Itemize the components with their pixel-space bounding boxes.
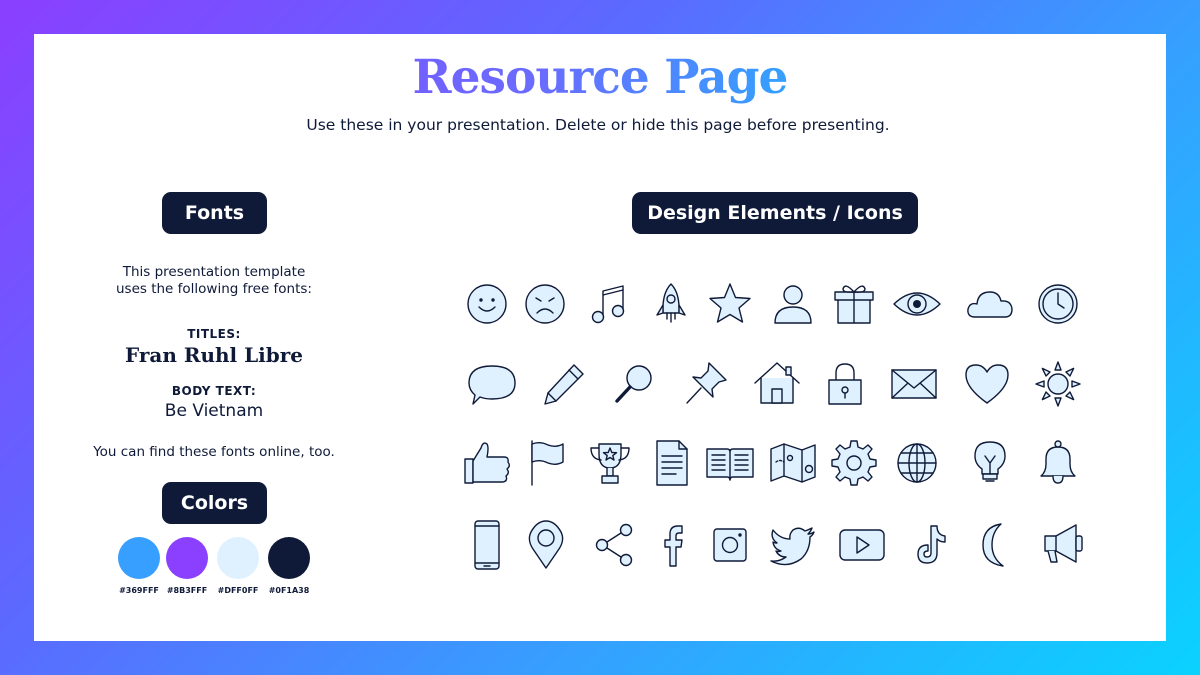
color-swatch-blue bbox=[118, 537, 160, 579]
tiktok-icon bbox=[906, 518, 960, 572]
color-swatch-light bbox=[217, 537, 259, 579]
envelope-icon bbox=[887, 357, 941, 411]
colors-heading: Colors bbox=[162, 482, 267, 524]
titles-font-name: Fran Ruhl Libre bbox=[124, 343, 304, 367]
facebook-icon bbox=[647, 518, 701, 572]
location-pin-icon bbox=[519, 518, 573, 572]
open-book-icon bbox=[703, 436, 757, 490]
eye-icon bbox=[890, 277, 944, 331]
gift-icon bbox=[827, 277, 881, 331]
music-note-icon bbox=[583, 277, 637, 331]
globe-icon bbox=[890, 436, 944, 490]
megaphone-icon bbox=[1034, 518, 1088, 572]
share-icon bbox=[588, 518, 642, 572]
youtube-icon bbox=[835, 518, 889, 572]
user-icon bbox=[766, 277, 820, 331]
sad-icon bbox=[518, 277, 572, 331]
color-swatch-navy bbox=[268, 537, 310, 579]
magnifier-icon bbox=[608, 357, 662, 411]
cloud-icon bbox=[963, 277, 1017, 331]
page-subtitle: Use these in your presentation. Delete o… bbox=[306, 116, 890, 134]
color-swatch-purple bbox=[166, 537, 208, 579]
instagram-icon bbox=[703, 518, 757, 572]
fonts-intro-line2: uses the following free fonts: bbox=[115, 281, 312, 297]
fonts-heading: Fonts bbox=[162, 192, 267, 234]
pencil-icon bbox=[538, 357, 592, 411]
lightbulb-icon bbox=[963, 436, 1017, 490]
gear-icon bbox=[827, 436, 881, 490]
speech-bubble-icon bbox=[465, 357, 519, 411]
titles-label: TITLES: bbox=[187, 327, 241, 341]
clock-icon bbox=[1031, 277, 1085, 331]
star-icon bbox=[703, 277, 757, 331]
design-elements-heading: Design Elements / Icons bbox=[632, 192, 918, 234]
fonts-footer-note: You can find these fonts online, too. bbox=[93, 444, 335, 460]
rocket-icon bbox=[644, 277, 698, 331]
body-font-name: Be Vietnam bbox=[164, 401, 264, 421]
flag-icon bbox=[518, 436, 572, 490]
sun-icon bbox=[1031, 357, 1085, 411]
fonts-intro-line1: This presentation template bbox=[122, 264, 306, 280]
thumbs-up-icon bbox=[460, 436, 514, 490]
home-icon bbox=[750, 357, 804, 411]
bell-icon bbox=[1031, 436, 1085, 490]
smartphone-icon bbox=[460, 518, 514, 572]
trophy-icon bbox=[583, 436, 637, 490]
twitter-icon bbox=[766, 518, 820, 572]
color-hex-label: #0F1A38 bbox=[268, 586, 310, 595]
body-text-label: BODY TEXT: bbox=[171, 384, 257, 398]
crescent-moon-icon bbox=[970, 518, 1024, 572]
document-icon bbox=[644, 436, 698, 490]
smile-icon bbox=[460, 277, 514, 331]
page-title: Resource Page bbox=[0, 50, 1200, 105]
fonts-intro: This presentation template uses the foll… bbox=[44, 264, 384, 298]
heart-icon bbox=[960, 357, 1014, 411]
pushpin-icon bbox=[679, 357, 733, 411]
padlock-icon bbox=[818, 357, 872, 411]
map-icon bbox=[766, 436, 820, 490]
